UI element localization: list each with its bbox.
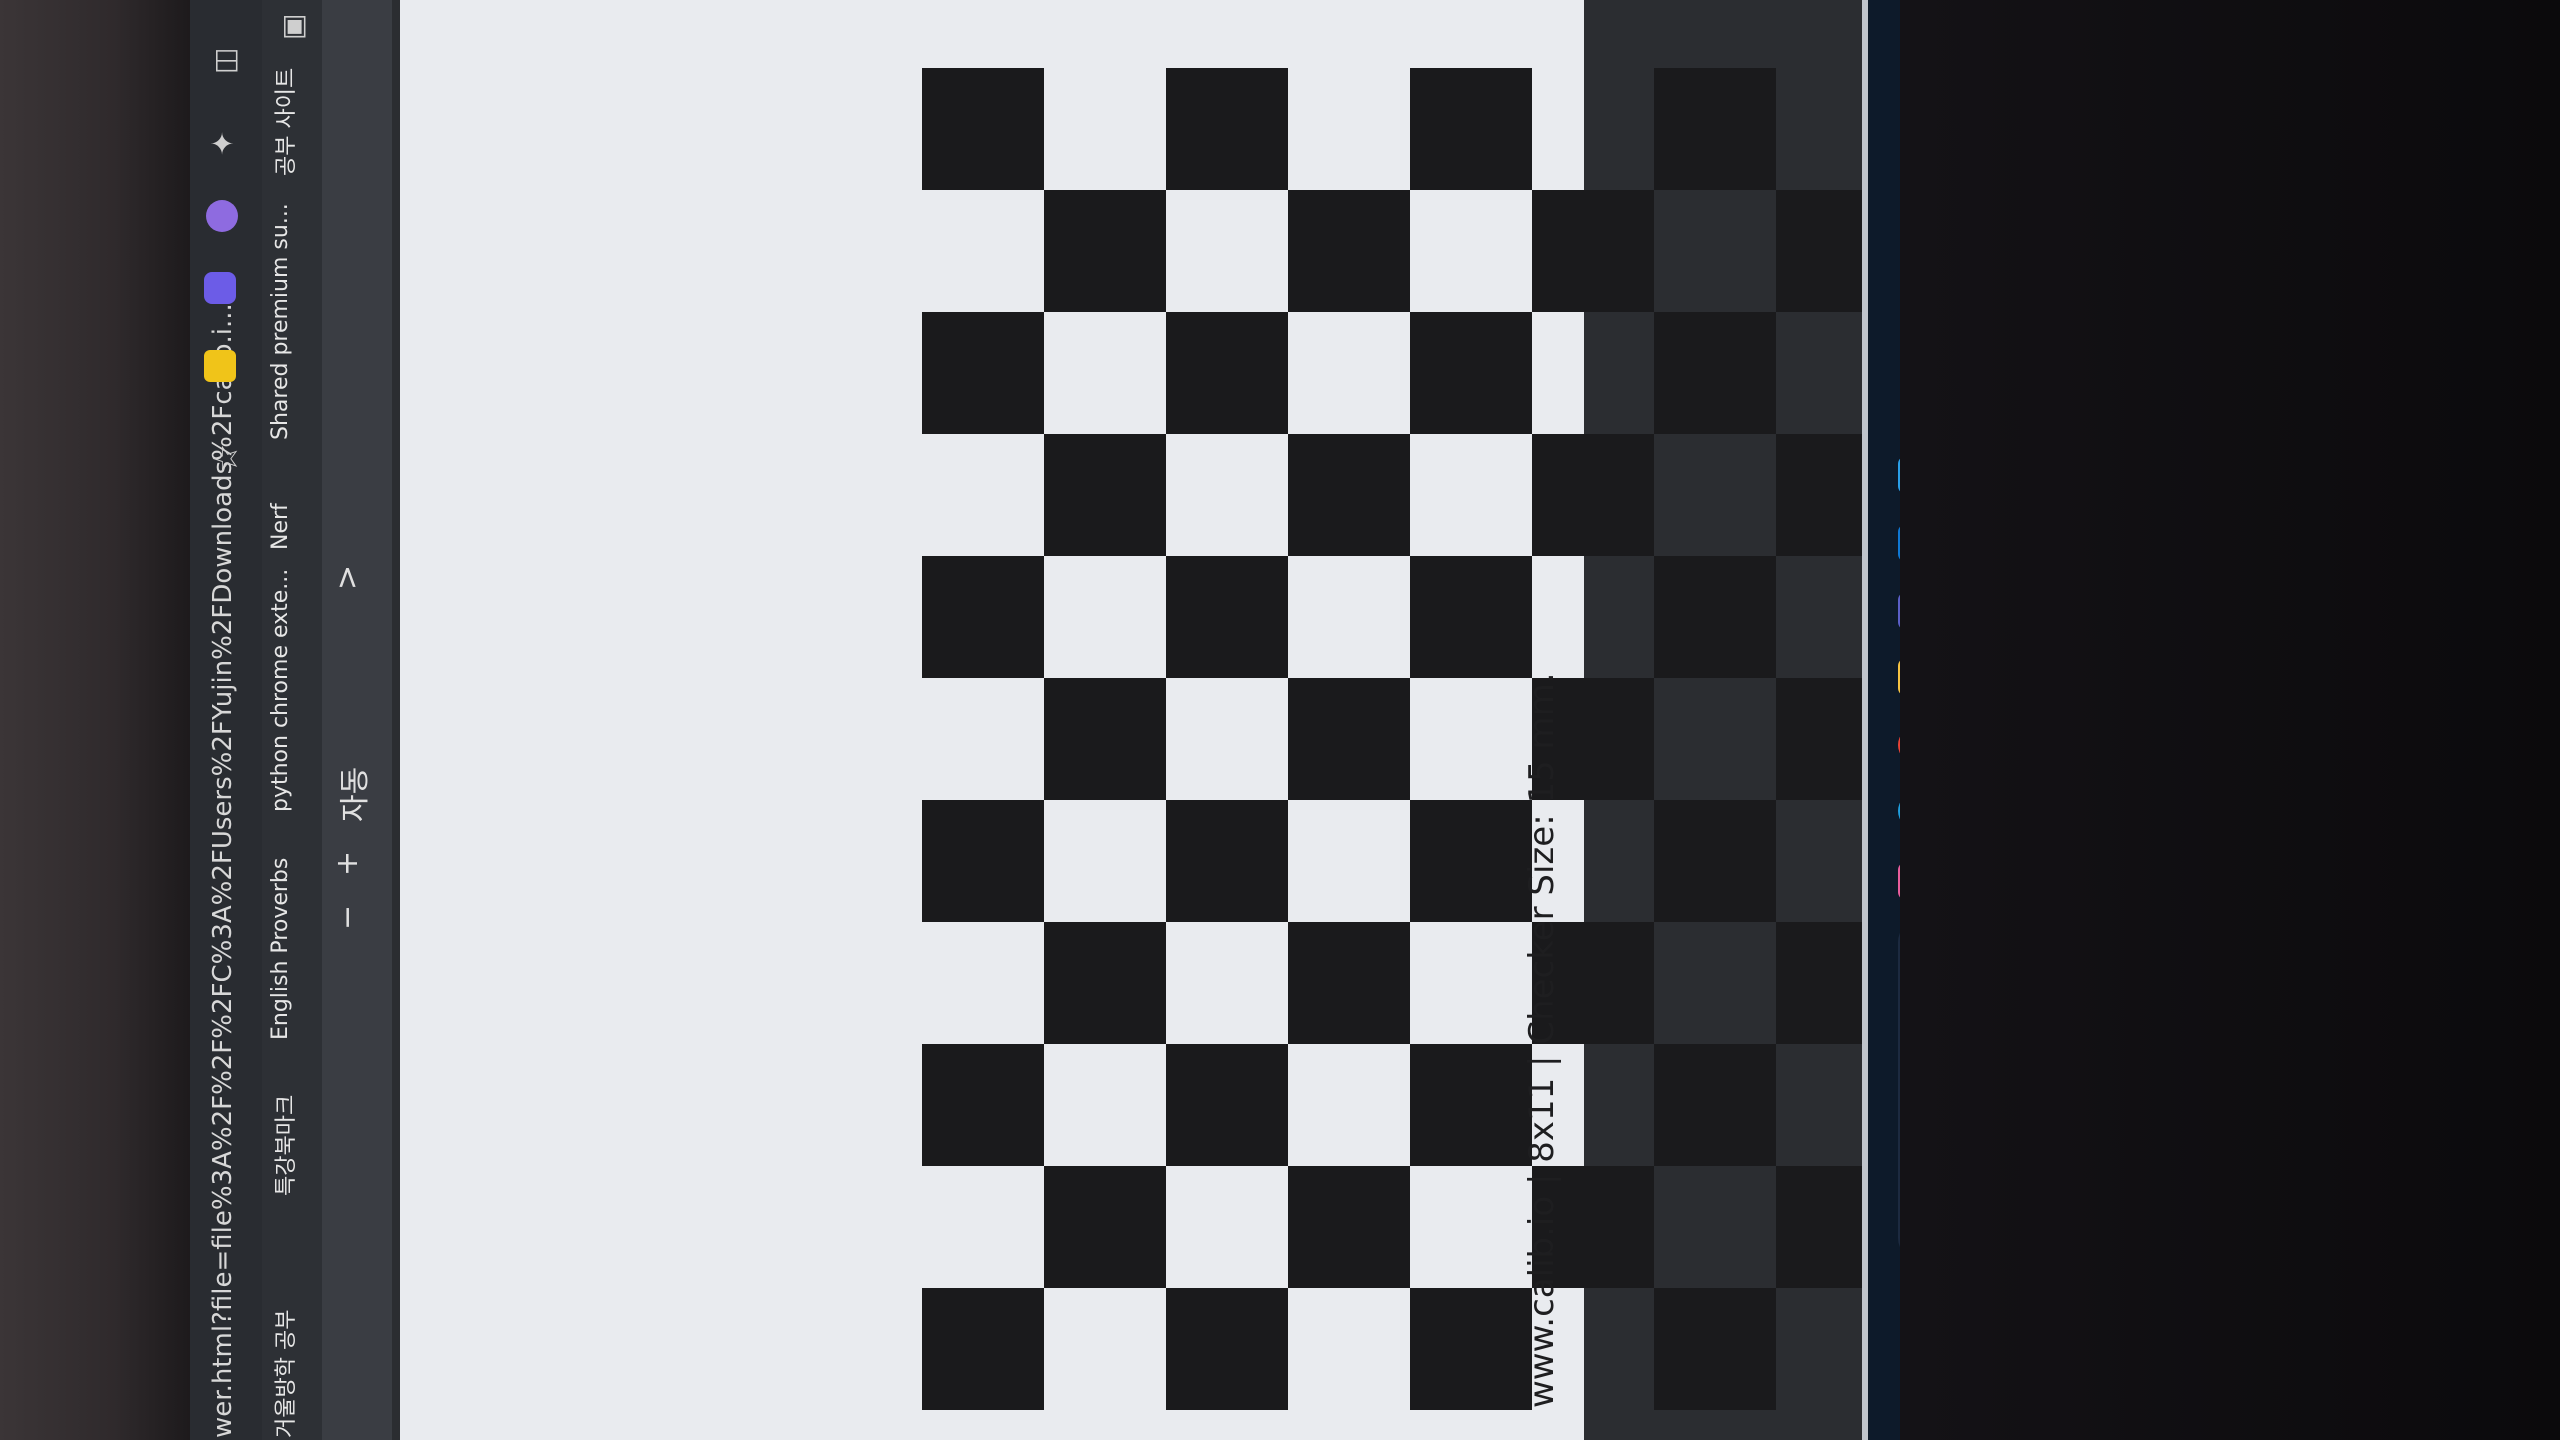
bookmark-item[interactable]: Shared premium su... <box>268 203 293 440</box>
checker-square <box>1288 190 1410 312</box>
checker-square <box>922 1044 1044 1166</box>
checker-square <box>1044 190 1166 312</box>
url-text[interactable]: wer.html?file=file%3A%2F%2F%2FC%3A%2FUse… <box>208 303 238 1438</box>
checker-square <box>1532 434 1654 556</box>
checker-square <box>1166 68 1288 190</box>
checker-square <box>1654 800 1776 922</box>
checker-square <box>1166 1288 1288 1410</box>
checker-square <box>1410 800 1532 922</box>
checker-square <box>922 556 1044 678</box>
checker-square <box>1166 556 1288 678</box>
checker-square <box>1166 800 1288 922</box>
bookmark-item[interactable]: python chrome exte... <box>268 569 293 812</box>
checker-square <box>1654 68 1776 190</box>
checker-square <box>1410 556 1532 678</box>
checker-square <box>1044 434 1166 556</box>
zoom-mode-select[interactable]: 자동 <box>330 767 374 822</box>
star-icon[interactable]: ☆ <box>206 444 246 474</box>
checker-square <box>922 312 1044 434</box>
split-screen-icon[interactable]: ◫ <box>208 48 241 74</box>
next-page-button[interactable]: > <box>330 565 365 590</box>
checker-square <box>1654 556 1776 678</box>
checker-square <box>1532 190 1654 312</box>
extension-yellow-icon[interactable] <box>204 350 236 382</box>
shield-icon[interactable]: ▣ <box>276 14 309 40</box>
checker-square <box>1288 678 1410 800</box>
puzzle-icon[interactable]: ✦ <box>206 131 241 156</box>
checker-square <box>1166 1044 1288 1166</box>
checker-square <box>1044 1166 1166 1288</box>
bookmark-item[interactable]: Nerf <box>268 503 293 550</box>
checker-square <box>1654 1044 1776 1166</box>
zoom-in-button[interactable]: + <box>330 851 365 876</box>
checker-square <box>1044 922 1166 1044</box>
monitor-bezel-left <box>0 0 190 1440</box>
pdf-viewer-toolbar <box>322 0 392 1440</box>
checker-square <box>1044 678 1166 800</box>
checker-square <box>1288 1166 1410 1288</box>
extension-purple-icon[interactable] <box>206 200 238 232</box>
checker-square <box>1288 922 1410 1044</box>
document-page <box>400 0 1898 1440</box>
extension-blue-icon[interactable] <box>204 272 236 304</box>
checker-square <box>1654 1288 1776 1410</box>
checker-square <box>1410 312 1532 434</box>
checker-square <box>922 800 1044 922</box>
bookmark-item[interactable]: 공부 사이트 <box>268 68 300 176</box>
monitor-bezel-right <box>1900 0 2560 1440</box>
checker-square <box>1288 434 1410 556</box>
bookmark-item[interactable]: 거울방학 공부 <box>268 1310 300 1438</box>
checker-square <box>1410 68 1532 190</box>
checker-square <box>922 68 1044 190</box>
checker-square <box>1166 312 1288 434</box>
zoom-out-button[interactable]: − <box>330 905 365 930</box>
checker-square <box>922 1288 1044 1410</box>
page-caption: www.calib.io | 8x11 | Checker Size: 15 m… <box>1522 672 1562 1408</box>
bookmark-item[interactable]: English Proverbs <box>268 858 293 1040</box>
checker-square <box>1410 1288 1532 1410</box>
checker-square <box>1654 312 1776 434</box>
checker-square <box>1410 1044 1532 1166</box>
bookmark-item[interactable]: 특강북마크 <box>268 1095 300 1196</box>
